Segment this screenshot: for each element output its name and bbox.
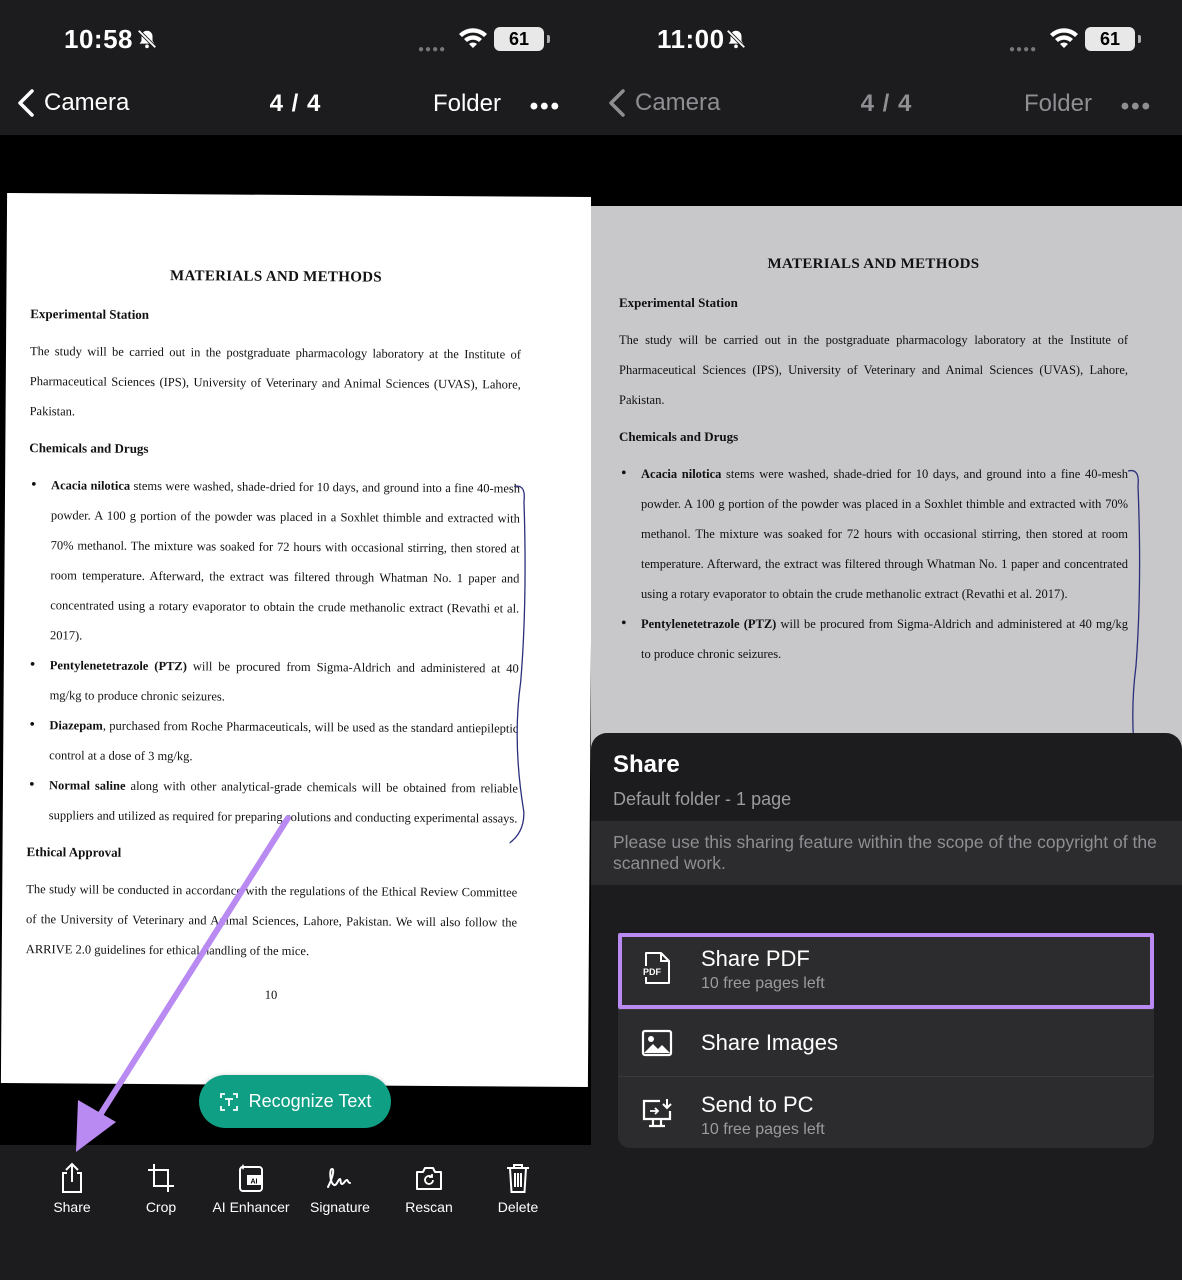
ai-enhancer-button[interactable]: AI AI Enhancer (206, 1161, 296, 1215)
back-button[interactable]: Camera (16, 88, 129, 118)
ai-enhancer-label: AI Enhancer (212, 1199, 290, 1215)
doc-heading-experimental: Experimental Station (619, 295, 738, 310)
ai-enhancer-icon: AI (239, 1164, 263, 1192)
svg-text:PDF: PDF (643, 967, 662, 977)
share-label: Share (53, 1199, 91, 1215)
folder-button[interactable]: Folder (433, 90, 501, 118)
battery-indicator: 61 (1085, 27, 1141, 51)
doc-heading-experimental: Experimental Station (30, 306, 150, 322)
share-pdf-sublabel: 10 free pages left (701, 975, 825, 992)
share-sheet-title: Share (613, 751, 680, 778)
signature-label: Signature (310, 1199, 370, 1215)
rescan-button[interactable]: Rescan (384, 1161, 474, 1215)
wifi-icon (1050, 28, 1078, 48)
recognize-text-label: Recognize Text (248, 1091, 372, 1111)
back-label: Camera (44, 89, 130, 116)
back-button[interactable]: Camera (607, 88, 720, 118)
right-screen: 11:00 ●●●● 61 Camera 4 / 4 Folder ••• MA… (591, 0, 1182, 1280)
send-to-pc-option[interactable]: Send to PC 10 free pages left (618, 1076, 1154, 1146)
scanned-document: MATERIALS AND METHODS Experimental Stati… (0, 192, 591, 1088)
image-icon (641, 1029, 673, 1057)
doc-paragraph: The study will be carried out in the pos… (29, 344, 522, 419)
handwritten-bracket (509, 485, 526, 857)
rescan-label: Rescan (405, 1199, 453, 1215)
rescan-icon (416, 1167, 442, 1190)
folder-button[interactable]: Folder (1024, 90, 1092, 118)
more-options-icon[interactable]: ••• (530, 93, 561, 121)
share-pdf-label: Share PDF (701, 946, 810, 971)
chevron-left-icon (609, 89, 625, 117)
share-sheet-subtitle: Default folder - 1 page (613, 789, 792, 809)
doc-page-number: 10 (264, 987, 278, 1002)
signature-icon (327, 1167, 351, 1188)
delete-label: Delete (497, 1199, 539, 1215)
send-to-pc-icon (642, 1099, 672, 1128)
left-screen: 10:58 ●●●● 61 Camera 4 / 4 Folder ••• MA… (0, 0, 591, 1280)
battery-indicator: 61 (494, 27, 550, 51)
status-bar: 10:58 ●●●● 61 (0, 0, 591, 78)
signal-icon: ●●●● (1009, 44, 1038, 55)
share-images-label: Share Images (701, 1030, 838, 1055)
share-icon (62, 1162, 82, 1193)
crop-label: Crop (145, 1199, 177, 1215)
nav-bar: Camera 4 / 4 Folder ••• (591, 78, 1182, 135)
doc-title: MATERIALS AND METHODS (767, 256, 980, 272)
doc-paragraph: The study will be carried out in the pos… (619, 333, 1128, 407)
status-bar: 11:00 ●●●● 61 (591, 0, 1182, 78)
crop-button[interactable]: Crop (116, 1161, 206, 1215)
trash-icon (507, 1164, 529, 1193)
status-time: 11:00 (657, 24, 725, 54)
wifi-icon (459, 28, 487, 48)
doc-heading-ethical: Ethical Approval (26, 844, 122, 860)
back-label: Camera (635, 89, 721, 116)
nav-bar: Camera 4 / 4 Folder ••• (0, 78, 591, 135)
pdf-icon: PDF (641, 952, 670, 984)
doc-bullet-list: Acacia nilotica stems were washed, shade… (27, 470, 521, 833)
share-pdf-option[interactable]: PDF Share PDF 10 free pages left (618, 933, 1154, 1003)
doc-title: MATERIALS AND METHODS (170, 268, 383, 286)
status-time: 10:58 (64, 24, 133, 54)
mute-bell-icon (137, 29, 157, 49)
delete-button[interactable]: Delete (473, 1161, 563, 1215)
doc-bullet: Diazepam, purchased from Roche Pharmaceu… (27, 710, 518, 773)
doc-bullet: Acacia nilotica stems were washed, shade… (619, 459, 1128, 609)
send-to-pc-label: Send to PC (701, 1092, 814, 1117)
bottom-toolbar: Share Crop AI AI Enhancer Signature Resc… (0, 1145, 591, 1280)
copyright-notice: Please use this sharing feature within t… (591, 821, 1182, 885)
doc-heading-chemicals: Chemicals and Drugs (29, 440, 149, 456)
doc-bullet: Acacia nilotica stems were washed, shade… (28, 470, 520, 653)
crop-icon (148, 1164, 174, 1192)
chevron-left-icon (18, 89, 34, 117)
more-options-icon[interactable]: ••• (1121, 93, 1152, 121)
mute-bell-icon (726, 29, 746, 49)
send-to-pc-sublabel: 10 free pages left (701, 1121, 825, 1138)
doc-paragraph: The study will be conducted in accordanc… (25, 882, 518, 959)
doc-bullet: Pentylenetetrazole (PTZ) will be procure… (619, 609, 1128, 669)
signature-button[interactable]: Signature (295, 1161, 385, 1215)
share-sheet: Share Default folder - 1 page Please use… (591, 733, 1182, 1280)
share-images-option[interactable]: Share Images (618, 1009, 1154, 1079)
share-button[interactable]: Share (27, 1161, 117, 1215)
doc-bullet: Pentylenetetrazole (PTZ) will be procure… (28, 650, 519, 713)
doc-bullet-list: Acacia nilotica stems were washed, shade… (619, 459, 1128, 669)
scan-text-icon (219, 1092, 238, 1111)
svg-text:AI: AI (251, 1179, 258, 1186)
signal-icon: ●●●● (418, 44, 447, 55)
recognize-text-button[interactable]: Recognize Text (199, 1075, 391, 1128)
doc-heading-chemicals: Chemicals and Drugs (619, 429, 739, 444)
doc-bullet: Normal saline along with other analytica… (27, 770, 518, 833)
share-options-list: PDF Share PDF 10 free pages left Share I… (618, 933, 1154, 1148)
